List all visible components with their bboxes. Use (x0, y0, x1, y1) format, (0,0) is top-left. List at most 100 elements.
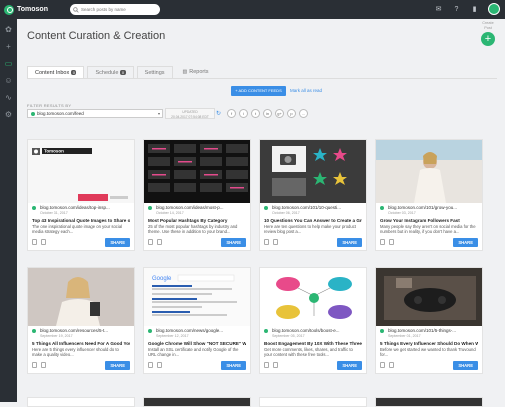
tab-content-inbox[interactable]: Content Inbox 0 (27, 66, 85, 78)
create-post-button[interactable]: + (481, 32, 495, 46)
bookmark-icon[interactable] (264, 239, 269, 245)
analytics-icon[interactable]: ∿ (0, 89, 17, 106)
search-box[interactable] (70, 4, 160, 15)
card-desc: Here are ten questions to help make your… (264, 223, 356, 235)
content-card-partial[interactable] (375, 397, 483, 407)
bookmark-icon[interactable] (380, 239, 385, 245)
trash-icon[interactable] (389, 239, 394, 245)
trash-icon[interactable] (41, 239, 46, 245)
bookmark-icon[interactable] (148, 362, 153, 368)
instagram-filter-icon[interactable]: i (239, 109, 248, 118)
trash-icon[interactable] (389, 362, 394, 368)
content-icon[interactable]: ▭ (0, 55, 17, 72)
content-card-partial[interactable] (27, 397, 135, 407)
mail-icon[interactable]: ✉ (434, 5, 443, 14)
create-post[interactable]: Create Post + (477, 21, 499, 46)
trash-icon[interactable] (157, 362, 162, 368)
tab-settings[interactable]: Settings (136, 66, 173, 78)
content-card[interactable]: blog.tomoson.com/101/5-things-... Septem… (375, 267, 483, 374)
share-button[interactable]: SHARE (105, 360, 130, 370)
card-date: October 31, 2017 (40, 211, 68, 215)
feed-dot-icon (264, 206, 268, 210)
card-title[interactable]: 5 Things All Influencers Need For A Good… (32, 341, 130, 347)
create-label-post: Post (484, 25, 492, 30)
share-button[interactable]: SHARE (453, 237, 478, 247)
bookmark-icon[interactable] (264, 362, 269, 368)
card-thumbnail (144, 140, 250, 203)
tab-reports[interactable]: ▨ Reports (176, 66, 216, 78)
content-card[interactable]: blog.tomoson.com/101/10-questi... Octobe… (259, 139, 367, 251)
card-domain[interactable]: blog.tomoson.com/101/5-things-... (388, 328, 456, 333)
top-bar: Tomoson ✉ ? ▮ (0, 0, 505, 19)
share-button[interactable]: SHARE (221, 360, 246, 370)
content-card-partial[interactable] (143, 397, 251, 407)
mark-all-read-link[interactable]: Mark all as read (290, 86, 322, 96)
add-content-feeds-button[interactable]: + ADD CONTENT FEEDS (231, 86, 286, 96)
refresh-icon[interactable]: ↻ (216, 110, 221, 117)
card-domain[interactable]: blog.tomoson.com/news/google... (156, 328, 223, 333)
bookmark-icon[interactable] (32, 239, 37, 245)
share-button[interactable]: SHARE (105, 237, 130, 247)
content-card[interactable]: blog.tomoson.com/ideas/most-p... October… (143, 139, 251, 251)
tab-label: Settings (144, 69, 165, 76)
filter-label: FILTER RESULTS BY (27, 103, 72, 108)
card-title[interactable]: Boost Engagement By 10X With These Three… (264, 341, 362, 347)
card-domain[interactable]: blog.tomoson.com/tools/boost-e... (272, 328, 340, 333)
feed-select[interactable]: blog.tomoson.com/feed ▾ (27, 109, 163, 118)
card-title[interactable]: 10 Questions You Can Answer to Create a … (264, 218, 362, 224)
card-domain[interactable]: blog.tomoson.com/101/grow-you... (388, 205, 457, 210)
users-icon[interactable]: ☺ (0, 72, 17, 89)
card-domain[interactable]: blog.tomoson.com/ideas/most-p... (156, 205, 224, 210)
share-button[interactable]: SHARE (221, 237, 246, 247)
trash-icon[interactable] (41, 362, 46, 368)
share-button[interactable]: SHARE (337, 237, 362, 247)
chevron-down-icon: ▾ (157, 111, 160, 116)
share-button[interactable]: SHARE (453, 360, 478, 370)
tomoson-logo-icon (4, 4, 14, 15)
card-title[interactable]: 5 Things Every Influencer Should Do When… (380, 341, 478, 347)
trash-icon[interactable] (273, 362, 278, 368)
googleplus-filter-icon[interactable]: g+ (275, 109, 284, 118)
content-card[interactable]: Google blog.tomoson.com/news/google... S… (143, 267, 251, 374)
card-date: September 05, 2017 (272, 334, 305, 338)
content-card[interactable]: blog.tomoson.com/resources/5-t... Septem… (27, 267, 135, 374)
card-date: October 14, 2017 (156, 211, 184, 215)
bookmark-icon[interactable] (148, 239, 153, 245)
card-thumbnail (376, 140, 482, 203)
twitter-filter-icon[interactable]: t (251, 109, 260, 118)
pinterest-filter-icon[interactable]: p (287, 109, 296, 118)
more-filter-icon[interactable]: … (299, 109, 308, 118)
main-content: Content Curation & Creation Create Post … (17, 19, 505, 407)
tab-divider (27, 78, 497, 79)
tab-schedule[interactable]: Schedule 0 (87, 66, 134, 78)
add-icon[interactable]: + (0, 38, 17, 55)
avatar[interactable] (488, 3, 500, 15)
feed-dot-icon (148, 206, 152, 210)
trash-icon[interactable] (273, 239, 278, 245)
card-domain[interactable]: blog.tomoson.com/ideas/top-insp... (40, 205, 110, 210)
app-logo[interactable]: Tomoson (4, 4, 62, 15)
home-icon[interactable]: ✿ (0, 21, 17, 38)
card-title[interactable]: Top 43 Inspirational Quote Images to Sha… (32, 218, 130, 224)
help-icon[interactable]: ? (452, 5, 461, 14)
feed-value: blog.tomoson.com/feed (37, 111, 84, 116)
linkedin-filter-icon[interactable]: in (263, 109, 272, 118)
search-icon (73, 6, 79, 13)
search-input[interactable] (81, 7, 159, 12)
bookmark-icon[interactable] (380, 362, 385, 368)
card-domain[interactable]: blog.tomoson.com/resources/5-t... (40, 328, 108, 333)
settings-icon[interactable]: ⚙ (0, 106, 17, 123)
content-card[interactable]: blog.tomoson.com/101/grow-you... October… (375, 139, 483, 251)
feed-dot-icon (32, 206, 36, 210)
card-title[interactable]: Google Chrome Will Show "NOT SECURE" War… (148, 341, 246, 347)
card-domain[interactable]: blog.tomoson.com/101/10-questi... (272, 205, 341, 210)
content-card[interactable]: Tomoson blog.tomoson.com/ideas/top-insp.… (27, 139, 135, 251)
notifications-icon[interactable]: ▮ (470, 5, 479, 14)
content-card[interactable]: blog.tomoson.com/tools/boost-e... Septem… (259, 267, 367, 374)
card-desc: The one inspirational quote image on you… (32, 223, 123, 235)
content-card-partial[interactable] (259, 397, 367, 407)
bookmark-icon[interactable] (32, 362, 37, 368)
trash-icon[interactable] (157, 239, 162, 245)
share-button[interactable]: SHARE (337, 360, 362, 370)
facebook-filter-icon[interactable]: f (227, 109, 236, 118)
